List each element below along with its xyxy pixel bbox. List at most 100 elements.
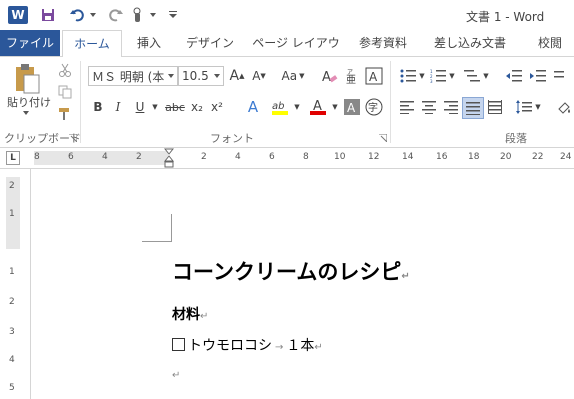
multilevel-dropdown-icon[interactable]: ▼ [482,66,490,86]
justify-icon[interactable] [464,98,482,118]
superscript-button[interactable]: x² [208,97,226,117]
ruler-tick: 14 [402,152,414,162]
tab-design[interactable]: デザイン [180,30,240,56]
ruler-tick: 2 [136,152,142,162]
tab-page-layout[interactable]: ページ レイアウト [250,30,342,76]
vertical-ruler[interactable]: 2 1 1 2 3 4 5 [0,169,31,399]
distributed-icon[interactable] [486,97,504,117]
ruler-tick: 4 [9,355,15,365]
shrink-font-button[interactable]: A ▼ [250,66,268,86]
font-color-dropdown-icon[interactable]: ▼ [330,97,340,117]
tab-home[interactable]: ホーム [62,30,122,58]
tab-insert[interactable]: 挿入 [126,30,172,56]
sort-icon[interactable] [552,66,572,86]
empty-paragraph[interactable]: ↵ [172,366,180,382]
touch-mode-icon[interactable] [128,5,148,25]
clear-format-icon[interactable]: A [320,66,340,86]
bullets-icon[interactable] [398,66,418,86]
cut-icon[interactable] [56,61,74,79]
font-color-button[interactable]: A [308,97,330,117]
undo-dropdown-icon[interactable] [88,5,98,25]
highlight-dropdown-icon[interactable]: ▼ [292,97,302,117]
ribbon-home: 貼り付け クリップボード ＭＳ 明朝 (本 10.5 A ▲ A ▼ Aa ▼ A ア… [0,57,574,148]
numbering-dropdown-icon[interactable]: ▼ [448,66,456,86]
horizontal-ruler[interactable]: L 8 6 4 2 2 4 6 8 10 12 14 16 18 20 22 2… [0,148,574,169]
tab-arrow-icon: → [275,342,284,353]
chevron-down-icon [168,74,174,78]
subscript-button[interactable]: x₂ [188,97,206,117]
ruler-tick: 2 [9,181,15,191]
indent-marker-icon[interactable] [163,148,175,168]
divider [80,61,81,143]
group-label-font: フォント [210,132,254,145]
checkbox-icon[interactable] [172,338,185,351]
svg-text:3: 3 [430,79,433,83]
align-right-icon[interactable] [442,97,460,117]
ruler-tick: 2 [201,152,207,162]
group-label-paragraph: 段落 [505,132,527,145]
ingredient-item[interactable]: トウモロコシ → １本↵ [172,335,323,355]
character-border-button[interactable]: A [364,66,384,86]
font-name-select[interactable]: ＭＳ 明朝 (本 [88,66,178,86]
ingredient-quantity: １本 [286,338,315,354]
paste-icon[interactable] [10,61,44,97]
font-launcher-icon[interactable] [378,133,388,143]
touch-dropdown-icon[interactable] [148,5,158,25]
save-icon[interactable] [38,5,58,25]
svg-text:A: A [322,70,331,84]
tab-references[interactable]: 参考資料 [354,30,412,56]
ruler-tick: 16 [436,152,448,162]
multilevel-list-icon[interactable] [462,66,482,86]
line-spacing-icon[interactable] [514,97,534,117]
copy-icon[interactable] [56,83,74,101]
character-shading-button[interactable]: A [342,97,362,117]
line-spacing-dropdown-icon[interactable]: ▼ [534,97,542,117]
paste-dropdown-icon[interactable] [20,109,32,117]
svg-text:字: 字 [368,101,378,114]
italic-button[interactable]: I [110,97,126,117]
chevron-down-icon [214,74,220,78]
pilcrow-icon: ↵ [172,370,181,381]
shading-icon[interactable] [554,97,574,117]
align-left-icon[interactable] [398,97,416,117]
tab-selector-icon[interactable]: L [6,151,20,165]
phonetic-guide-icon[interactable]: ア亜 [342,66,362,86]
grow-font-button[interactable]: A ▲ [228,66,246,86]
text-effects-button[interactable]: A [244,97,262,117]
underline-dropdown-icon[interactable]: ▼ [150,97,160,117]
enclose-characters-button[interactable]: 字 [364,97,384,117]
materials-paragraph[interactable]: 材料↵ [172,304,208,324]
font-size-select[interactable]: 10.5 [178,66,224,86]
ruler-tick: 8 [34,152,40,162]
tab-file[interactable]: ファイル [0,30,60,56]
align-center-icon[interactable] [420,97,438,117]
tab-mailings[interactable]: 差し込み文書 [428,30,512,56]
clipboard-launcher-icon[interactable] [68,133,78,143]
font-size-value: 10.5 [182,69,209,83]
font-name-value: ＭＳ 明朝 (本 [92,69,165,84]
undo-icon[interactable] [68,5,88,25]
bold-button[interactable]: B [90,97,106,117]
ruler-tick: 4 [102,152,108,162]
paste-label[interactable]: 貼り付け [6,95,52,109]
highlight-color-button[interactable]: ab [270,97,292,117]
word-logo-icon[interactable]: W [8,6,28,24]
strikethrough-button[interactable]: abc [164,97,186,117]
pilcrow-icon: ↵ [314,342,323,353]
underline-button[interactable]: U [132,97,148,117]
change-case-button[interactable]: Aa ▼ [278,66,308,86]
grow-font-label: A [229,68,240,84]
numbering-icon[interactable]: 123 [428,66,448,86]
ruler-tick: 10 [334,152,346,162]
decrease-indent-icon[interactable] [504,66,524,86]
redo-icon[interactable] [106,5,126,25]
ruler-tick: 4 [235,152,241,162]
format-painter-icon[interactable] [56,105,74,123]
customize-icon[interactable] [166,5,180,25]
tab-review[interactable]: 校閲 [528,30,572,56]
document-heading[interactable]: コーンクリームのレシピ↵ [172,256,410,286]
increase-indent-icon[interactable] [528,66,548,86]
bullets-dropdown-icon[interactable]: ▼ [418,66,426,86]
ruler-tick: 20 [500,152,512,162]
margin-corner-mark [142,214,172,242]
